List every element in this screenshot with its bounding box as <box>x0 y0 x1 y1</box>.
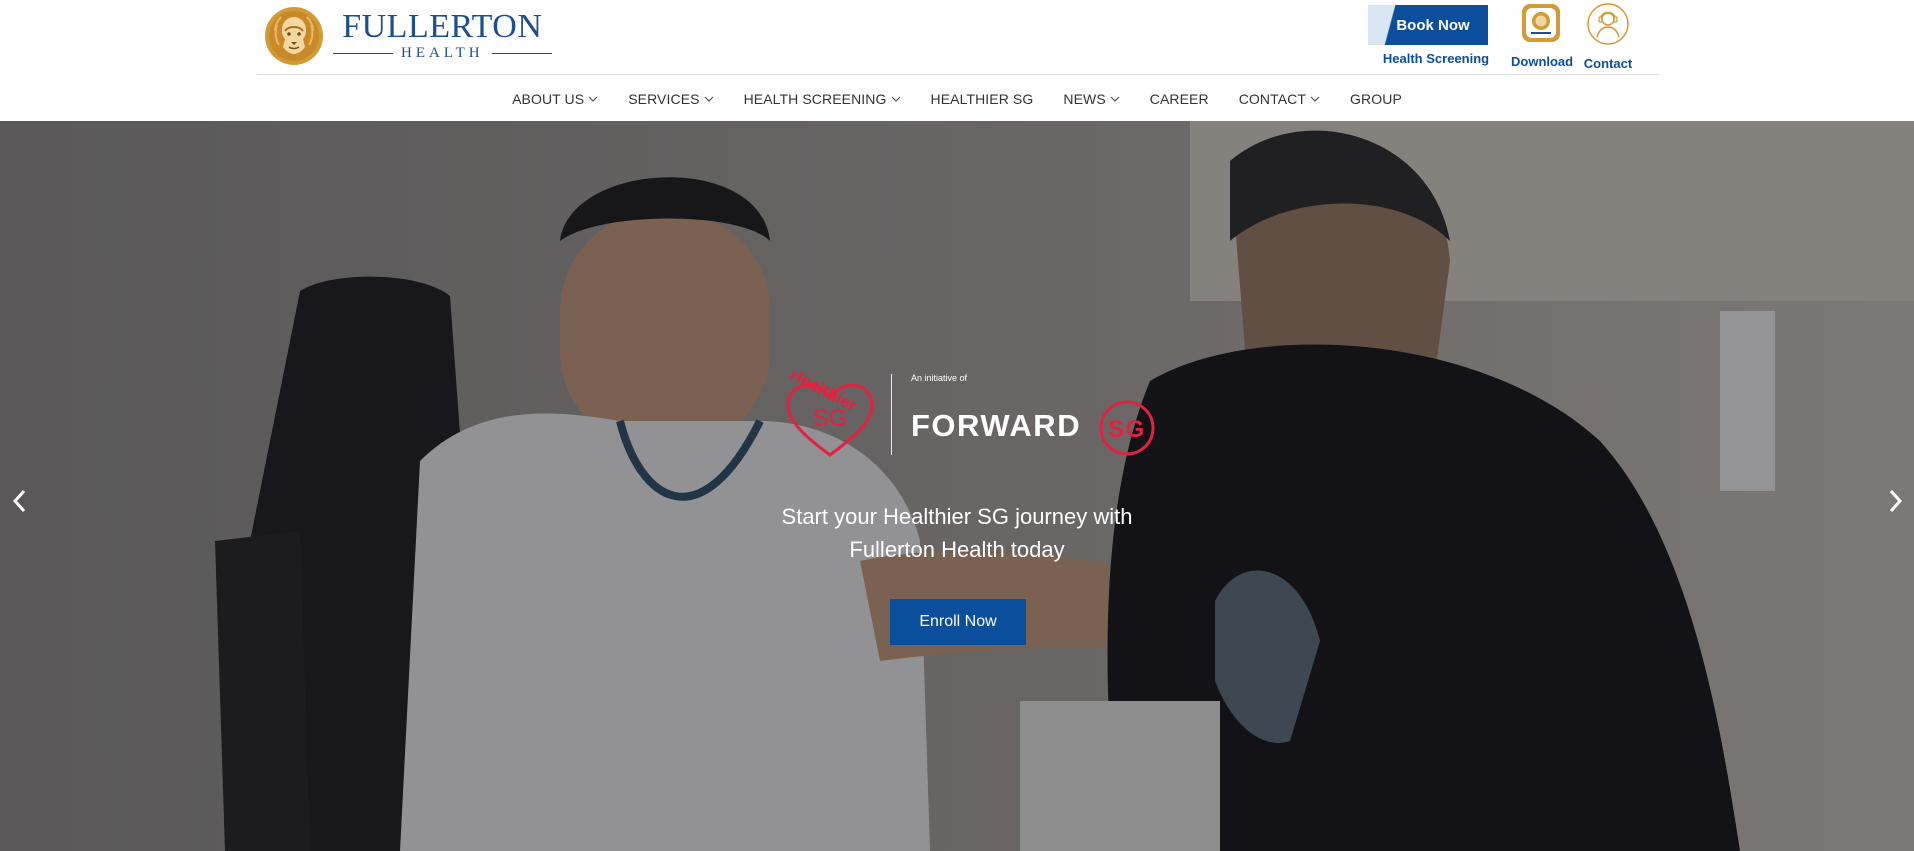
hero-carousel: SG Healthier An initiative of FORWARD SG… <box>0 121 1914 851</box>
contact-label: Contact <box>1583 56 1633 71</box>
nav-label: GROUP <box>1350 91 1402 107</box>
main-navigation: ABOUT US SERVICES HEALTH SCREENING HEALT… <box>0 78 1914 120</box>
carousel-next-arrow-icon[interactable] <box>1883 487 1907 515</box>
forward-sg-logo: FORWARD SG <box>911 400 1155 456</box>
forward-sg-circle-icon: SG <box>1099 400 1155 456</box>
chevron-down-icon <box>891 96 900 102</box>
nav-label: HEALTHIER SG <box>930 91 1034 107</box>
nav-about-us[interactable]: ABOUT US <box>512 91 598 107</box>
contact-link[interactable]: Contact <box>1578 3 1638 71</box>
download-label: Download <box>1511 54 1574 69</box>
hero-dark-overlay <box>0 121 1914 851</box>
book-now-button[interactable]: Book Now <box>1368 5 1488 45</box>
hero-headline-line-2: Fullerton Health today <box>849 537 1065 562</box>
chevron-down-icon <box>704 96 714 102</box>
forward-sg-mark: SG <box>1108 416 1146 443</box>
chevron-down-icon <box>1110 96 1120 102</box>
contact-person-icon <box>1587 3 1629 45</box>
logo-rule-left <box>333 53 393 54</box>
brand-name: FULLERTON <box>342 8 543 45</box>
download-link[interactable]: Download <box>1511 3 1574 69</box>
carousel-prev-arrow-icon[interactable] <box>8 487 32 515</box>
nav-label: ABOUT US <box>512 91 585 107</box>
logo-divider <box>891 374 892 455</box>
nav-career[interactable]: CAREER <box>1150 91 1209 107</box>
header-divider <box>257 74 1659 75</box>
chevron-down-icon <box>1310 96 1320 102</box>
initiative-text: An initiative of <box>911 373 968 383</box>
brand-subtitle: HEALTH <box>401 45 484 61</box>
hero-headline: Start your Healthier SG journey with Ful… <box>707 500 1207 566</box>
logo-wordmark: FULLERTON HEALTH <box>333 10 552 62</box>
nav-label: NEWS <box>1063 91 1106 107</box>
healthier-sg-heart-icon: SG Healthier <box>786 364 874 457</box>
nav-label: CONTACT <box>1238 91 1307 107</box>
nav-label: SERVICES <box>628 91 700 107</box>
logo-rule-right <box>491 53 552 54</box>
forward-wordmark: FORWARD <box>911 408 1082 444</box>
nav-health-screening[interactable]: HEALTH SCREENING <box>744 91 901 107</box>
fullerton-logo[interactable]: FULLERTON HEALTH <box>263 4 552 68</box>
nav-healthier-sg[interactable]: HEALTHIER SG <box>931 91 1034 107</box>
nav-label: CAREER <box>1149 91 1209 107</box>
healthier-sg-logo: SG Healthier <box>780 364 880 466</box>
nav-contact[interactable]: CONTACT <box>1239 91 1320 107</box>
nav-services[interactable]: SERVICES <box>628 91 714 107</box>
hero-headline-line-1: Start your Healthier SG journey with <box>781 504 1133 529</box>
nav-news[interactable]: NEWS <box>1063 91 1120 107</box>
app-download-icon <box>1522 4 1560 42</box>
enroll-now-button[interactable]: Enroll Now <box>890 599 1026 645</box>
chevron-down-icon <box>588 96 598 102</box>
nav-label: HEALTH SCREENING <box>743 91 887 107</box>
site-header: FULLERTON HEALTH Book Now Health Screeni… <box>0 0 1914 121</box>
health-screening-link[interactable]: Health Screening <box>1376 51 1496 66</box>
nav-group[interactable]: GROUP <box>1350 91 1402 107</box>
lion-logo-icon <box>265 7 323 65</box>
